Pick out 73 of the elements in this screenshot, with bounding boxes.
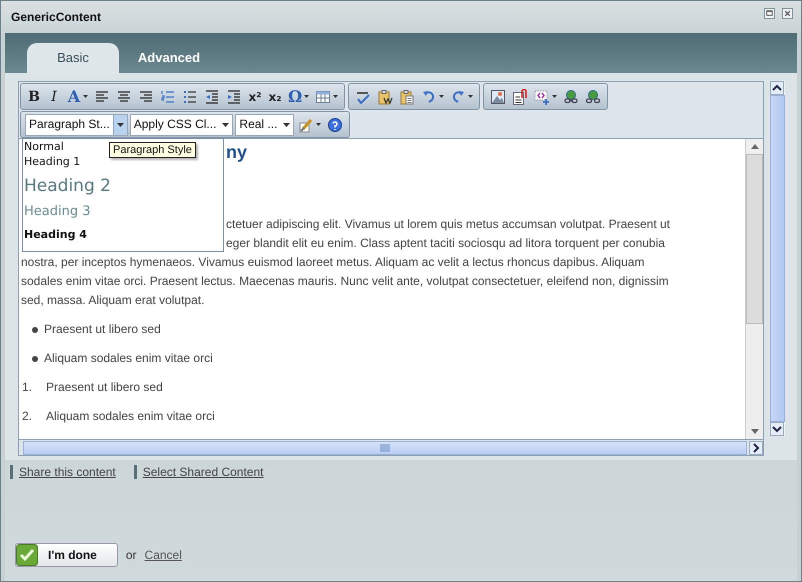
table-icon[interactable] xyxy=(315,88,332,104)
tab[interactable]: Advanced xyxy=(123,43,215,73)
align-left-icon[interactable] xyxy=(94,88,110,104)
caret-icon[interactable] xyxy=(333,95,338,98)
menu-item[interactable]: Heading 1 xyxy=(23,154,80,169)
maximize-icon[interactable] xyxy=(764,8,775,19)
image-icon[interactable] xyxy=(490,88,506,104)
menu-item[interactable]: Heading 4 xyxy=(23,227,87,242)
format-button[interactable]: x² xyxy=(248,90,262,104)
format-button[interactable]: x₂ xyxy=(268,90,282,104)
list-item: Praesent ut libero sed xyxy=(46,379,163,396)
vertical-scrollbar[interactable] xyxy=(770,81,785,436)
font-color-button[interactable]: A xyxy=(67,87,81,106)
menu-item[interactable]: Heading 2 xyxy=(23,173,111,199)
list-number: 2. xyxy=(21,408,34,425)
align-right-icon[interactable] xyxy=(138,88,154,104)
unlink-icon[interactable] xyxy=(585,88,602,104)
caret-icon[interactable] xyxy=(468,95,474,98)
redo-icon[interactable] xyxy=(450,88,466,104)
paragraph-line: eger blandit elit eu enim. Class aptent taciti sociosqu ad litora torquent per conubia xyxy=(226,235,665,252)
bullet-icon xyxy=(32,356,38,362)
paragraph-line: ctetuer adipiscing elit. Vivamus ut lorem quis metus accumsan volutpat. Praesent ut xyxy=(226,216,670,233)
share-link[interactable]: Select Shared Content xyxy=(134,465,264,479)
style-dropdown[interactable]: Real ... xyxy=(235,114,294,136)
attachment-icon[interactable] xyxy=(512,88,528,104)
window-title: GenericContent xyxy=(11,10,102,24)
format-button[interactable]: Ω xyxy=(288,87,302,106)
outdent-icon[interactable] xyxy=(204,88,220,104)
help-icon[interactable] xyxy=(327,116,344,132)
indent-icon[interactable] xyxy=(226,88,242,104)
caret-icon[interactable] xyxy=(316,123,322,126)
done-button[interactable]: I'm done xyxy=(15,543,118,567)
document-heading: ny xyxy=(226,141,248,163)
cancel-link[interactable]: Cancel xyxy=(144,548,182,562)
bold-button[interactable]: B xyxy=(27,88,41,104)
scroll-right-icon[interactable] xyxy=(749,440,763,454)
style-dropdown[interactable]: Paragraph St... xyxy=(25,114,128,136)
snippet-icon[interactable] xyxy=(534,88,550,104)
grip-icon xyxy=(380,444,390,452)
caret-icon[interactable] xyxy=(552,95,558,98)
style-dropdown[interactable]: Apply CSS Cl... xyxy=(130,114,234,136)
italic-button[interactable]: I xyxy=(47,88,61,104)
brush-icon[interactable] xyxy=(298,116,314,132)
paragraph-line: sodales enim vitae orci. Praesent lectus. Maecenas mauris. Nunc velit ante, volutpat consectetuer, eleifend non, dignissim xyxy=(21,273,669,290)
paragraph-line: nostra, per inceptos hymenaeos. Vivamus euismod laoreet metus. Aliquam ac velit a lectus rhoncus dapibus. Aliquam xyxy=(21,254,644,271)
share-link[interactable]: Share this content xyxy=(10,465,116,479)
caret-icon[interactable] xyxy=(439,95,444,98)
caret-icon[interactable] xyxy=(83,95,88,98)
menu-item[interactable]: Normal xyxy=(23,139,64,154)
paste-text-icon[interactable] xyxy=(399,88,416,104)
align-center-icon[interactable] xyxy=(116,88,132,104)
list-item: Aliquam sodales enim vitae orci xyxy=(44,350,213,367)
paste-word-icon[interactable] xyxy=(377,88,394,104)
caret-icon[interactable] xyxy=(304,95,310,98)
menu-item[interactable]: Heading 3 xyxy=(23,199,90,225)
tooltip: Paragraph Style xyxy=(109,142,196,158)
scroll-down-icon[interactable] xyxy=(770,422,784,436)
caret-icon xyxy=(116,122,124,126)
scroll-up-icon[interactable] xyxy=(770,81,784,95)
close-icon[interactable] xyxy=(782,8,793,19)
link-icon[interactable] xyxy=(563,88,580,104)
list-item: Praesent ut libero sed xyxy=(44,321,161,338)
caret-icon xyxy=(283,122,290,126)
numbered-list-icon[interactable] xyxy=(160,88,176,104)
or-text: or xyxy=(126,548,137,562)
caret-icon xyxy=(222,122,230,126)
bullet-icon xyxy=(32,327,38,333)
paragraph-line: sed, massa. Aliquam erat volutpat. xyxy=(21,292,204,309)
list-number: 1. xyxy=(21,379,34,396)
tab[interactable]: Basic xyxy=(27,43,119,73)
bullet-list-icon[interactable] xyxy=(182,88,198,104)
checkmark-icon xyxy=(16,544,38,566)
list-item: Aliquam sodales enim vitae orci xyxy=(46,408,215,425)
